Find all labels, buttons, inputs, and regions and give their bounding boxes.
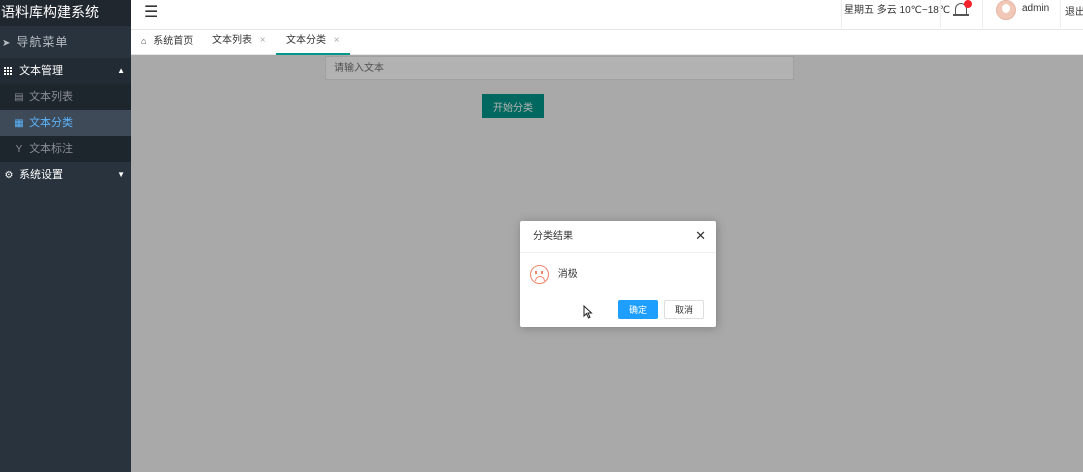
sidebar-group-system-settings[interactable]: ⚙ 系统设置 ▼ (0, 162, 131, 188)
tab-label: 文本分类 (286, 35, 326, 46)
paper-plane-icon: ➤ (2, 38, 12, 49)
sidebar-item-label: 文本列表 (29, 91, 74, 103)
avatar (996, 0, 1016, 20)
grid-icon (4, 67, 12, 75)
hamburger-menu-icon[interactable]: ☰ (144, 2, 158, 22)
app-title: 语料库构建系统 (0, 0, 131, 26)
tab-text-list[interactable]: 文本列表 × (212, 30, 266, 55)
sidebar-group-label: 系统设置 (19, 169, 64, 181)
bell-base (953, 14, 969, 16)
nav-menu-label: 导航菜单 (16, 35, 69, 49)
close-icon[interactable]: × (334, 35, 340, 46)
cancel-button[interactable]: 取消 (664, 300, 704, 319)
confirm-button[interactable]: 确定 (618, 300, 658, 319)
home-icon: ⌂ (141, 36, 147, 46)
classification-result-dialog: 分类结果 ✕ 消极 确定 取消 (520, 221, 716, 327)
filter-icon: Y (15, 144, 23, 155)
sidebar-item-text-list[interactable]: ▤ 文本列表 (0, 84, 131, 110)
tiles-icon: ▦ (14, 118, 24, 129)
weather-info: 星期五 多云 10℃~18℃ (841, 0, 952, 30)
close-icon[interactable]: × (260, 35, 266, 46)
sidebar-item-label: 文本分类 (29, 117, 74, 129)
dialog-body: 消极 (530, 265, 578, 285)
tab-home[interactable]: ⌂ 系统首页 (141, 30, 193, 55)
caret-up-icon: ▲ (117, 66, 125, 75)
sidebar-group-label: 文本管理 (19, 65, 64, 77)
top-header: ☰ 星期五 多云 10℃~18℃ admin 退出 (131, 0, 1083, 30)
user-menu[interactable]: admin (982, 0, 1060, 30)
mouse-cursor-icon (583, 304, 593, 319)
close-icon[interactable]: ✕ (695, 229, 706, 243)
sidebar-item-text-annotate[interactable]: Y 文本标注 (0, 136, 131, 162)
submenu-text-management: ▤ 文本列表 ▦ 文本分类 Y 文本标注 (0, 84, 131, 162)
sidebar: 语料库构建系统 ➤ 导航菜单 文本管理 ▲ ▤ 文本列表 ▦ 文本分类 Y 文本… (0, 0, 131, 472)
tab-label: 文本列表 (212, 35, 252, 46)
notification-button[interactable] (940, 0, 980, 30)
tab-bar: ⌂ 系统首页 文本列表 × 文本分类 × (131, 30, 1083, 55)
username: admin (1022, 3, 1050, 14)
sidebar-group-text-management[interactable]: 文本管理 ▲ (0, 58, 131, 84)
caret-down-icon: ▼ (117, 170, 125, 179)
logout-button[interactable]: 退出 (1060, 0, 1083, 30)
tab-text-classify[interactable]: 文本分类 × (276, 30, 350, 55)
nav-menu-title: ➤ 导航菜单 (0, 26, 131, 58)
list-icon: ▤ (14, 92, 24, 103)
tab-label: 系统首页 (153, 36, 194, 47)
sidebar-item-text-classify[interactable]: ▦ 文本分类 (0, 110, 131, 136)
sidebar-item-label: 文本标注 (29, 143, 74, 155)
notification-badge (964, 0, 972, 8)
gear-icon: ⚙ (4, 170, 14, 181)
sad-face-icon (530, 265, 549, 284)
dialog-message: 消极 (557, 269, 578, 281)
dialog-title: 分类结果 (520, 221, 716, 253)
